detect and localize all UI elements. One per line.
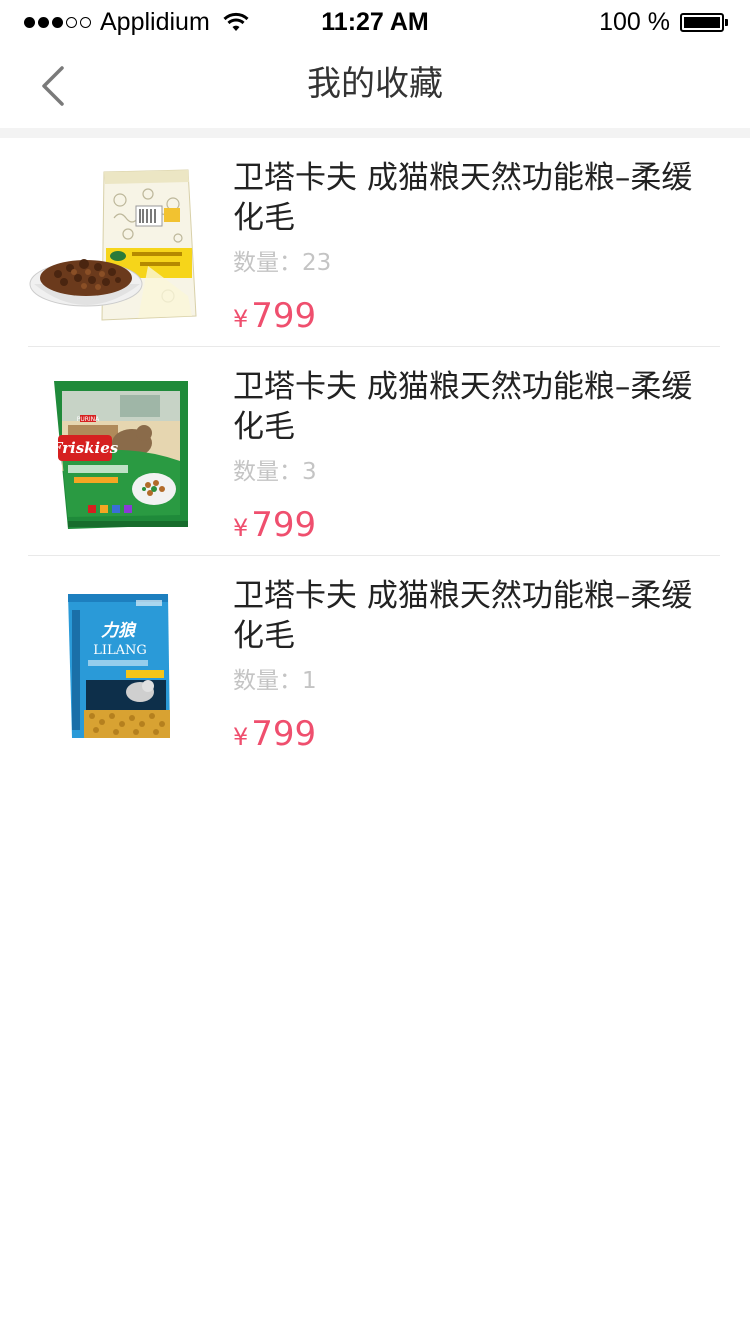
product-info: 卫塔卡夫 成猫粮天然功能粮–柔缓化毛 数量：1 ¥799 [233,576,713,760]
product-price: ¥799 [233,296,713,342]
product-image [29,169,197,321]
product-price: ¥799 [233,714,713,760]
brand-lilang-cn: 力狼 [101,621,137,641]
product-quantity: 数量：23 [233,248,713,278]
product-name: 卫塔卡夫 成猫粮天然功能粮–柔缓化毛 [233,160,693,236]
product-info: 卫塔卡夫 成猫粮天然功能粮–柔缓化毛 数量：23 ¥799 [233,158,713,342]
brand-lilang: LILANG [93,643,147,658]
quantity-value: 3 [302,459,317,485]
currency-symbol: ¥ [233,723,249,751]
battery-indicator: 100 % [599,6,728,38]
quantity-value: 1 [302,668,317,694]
price-value: 799 [251,714,317,754]
list-item[interactable]: 力狼 LILANG 卫塔卡夫 成猫粮天然功能粮–柔缓化毛 数量：1 ¥799 [28,556,720,764]
list-item[interactable]: 卫塔卡夫 成猫粮天然功能粮–柔缓化毛 数量：23 ¥799 [28,138,720,347]
quantity-value: 23 [302,250,332,276]
battery-level [684,16,720,28]
header-divider [0,128,750,138]
price-value: 799 [251,505,317,545]
product-info: 卫塔卡夫 成猫粮天然功能粮–柔缓化毛 数量：3 ¥799 [233,367,713,551]
quantity-label: 数量： [233,250,302,276]
product-quantity: 数量：3 [233,457,713,487]
favorites-list: 卫塔卡夫 成猫粮天然功能粮–柔缓化毛 数量：23 ¥799 PURINA Fri… [28,138,720,764]
quantity-label: 数量： [233,459,302,485]
product-price: ¥799 [233,505,713,551]
currency-symbol: ¥ [233,305,249,333]
product-image: 力狼 LILANG [68,594,170,738]
battery-icon [680,12,728,32]
brand-purina: PURINA [77,416,100,423]
product-image: PURINA Friskies [51,381,188,529]
page-title: 我的收藏 [307,64,443,104]
product-name: 卫塔卡夫 成猫粮天然功能粮–柔缓化毛 [233,578,693,654]
brand-friskies: Friskies [51,439,119,457]
quantity-label: 数量： [233,668,302,694]
status-bar: Applidium 11:27 AM 100 % [0,0,750,44]
product-name: 卫塔卡夫 成猫粮天然功能粮–柔缓化毛 [233,369,693,445]
currency-symbol: ¥ [233,514,249,542]
battery-percent: 100 % [599,7,670,36]
price-value: 799 [251,296,317,336]
navigation-bar: 我的收藏 [0,44,750,128]
product-quantity: 数量：1 [233,666,713,696]
list-item[interactable]: PURINA Friskies 卫塔卡夫 成猫粮天然功能粮–柔缓化毛 数量：3 … [28,347,720,556]
